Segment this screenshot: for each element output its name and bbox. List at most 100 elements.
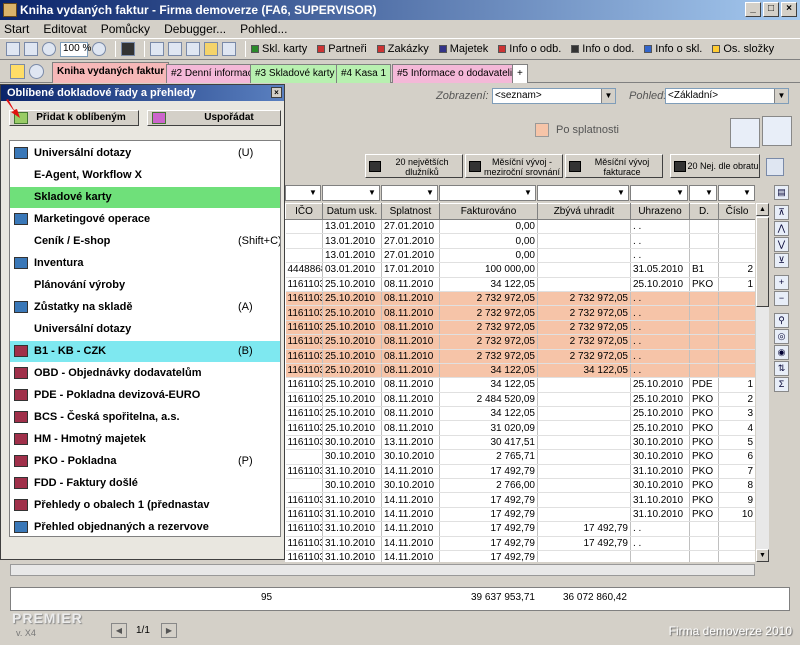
doc-icon[interactable] [222, 42, 236, 56]
favorite-item[interactable]: PKO - Pokladna (P) [10, 451, 280, 472]
minimize-button[interactable]: _ [745, 2, 761, 17]
link-partneri[interactable]: Partneři [317, 43, 367, 55]
table-row[interactable]: 30.10.2010 30.10.2010 2 766,00 30.10.2010 PK… [285, 478, 755, 494]
find-icon[interactable]: ◉ [774, 345, 789, 360]
first-record-icon[interactable]: ⊼ [774, 205, 789, 220]
table-row[interactable]: 1161103 31.10.2010 14.11.2010 17 492,79 31.1… [285, 464, 755, 480]
zoom-input[interactable]: 100 % [60, 41, 91, 57]
vertical-scrollbar[interactable]: ▲ ▼ [756, 203, 769, 562]
sort-icon[interactable]: ⇅ [774, 361, 789, 376]
print-icon[interactable] [168, 42, 182, 56]
save-icon[interactable]: ▤ [774, 185, 789, 200]
report-button-top-turnover[interactable]: 20 Nej. dle obratu [670, 154, 760, 178]
report-button-top-debtors[interactable]: 20 největších dlužníků [365, 154, 463, 178]
arrange-button[interactable]: Uspořádat [147, 110, 281, 126]
favorite-item[interactable]: Přehledy o obalech 1 (přednastav [10, 495, 280, 516]
filter-fakturovano[interactable]: ▼ [439, 185, 536, 201]
printer-icon[interactable] [762, 116, 792, 146]
menu-edit[interactable]: Editovat [43, 22, 86, 36]
column-header[interactable]: Zbývá uhradit [537, 203, 631, 220]
tab-skladove-karty[interactable]: #3 Skladové karty [250, 64, 340, 83]
menu-view[interactable]: Pohled... [240, 22, 287, 36]
table-row[interactable]: 444886803.01.201017.01.2010100 000,00 31.… [285, 262, 755, 278]
favorite-item[interactable]: Skladové karty [10, 187, 280, 208]
favorite-item[interactable]: Universální dotazy (U) [10, 143, 280, 164]
favorite-item[interactable]: PDE - Pokladna devizová-EURO [10, 385, 280, 406]
sum-icon[interactable]: Σ [774, 377, 789, 392]
chart-icon[interactable] [730, 118, 760, 148]
column-header[interactable]: Uhrazeno [630, 203, 690, 220]
popup-close-icon[interactable]: × [271, 87, 282, 98]
table-row[interactable]: 13.01.2010 27.01.2010 0,00 . . [285, 219, 755, 235]
tab-kasa-1[interactable]: #4 Kasa 1 [336, 64, 392, 83]
table-row[interactable]: 1161103 31.10.2010 14.11.2010 17 492,79 31.1… [285, 507, 755, 523]
favorite-item[interactable]: Ceník / E-shop (Shift+C) [10, 231, 280, 252]
window-icon[interactable] [150, 42, 164, 56]
zoom-out-icon[interactable] [42, 42, 56, 56]
tab-informace-o-dodavateli[interactable]: #5 Informace o dodavateli [392, 64, 518, 83]
table-row[interactable]: 1161103 25.10.2010 08.11.2010 2 732 972,05 2… [285, 291, 755, 307]
filter-zbyva[interactable]: ▼ [537, 185, 629, 201]
menu-tools[interactable]: Pomůcky [101, 22, 150, 36]
column-header[interactable]: Fakturováno [439, 203, 538, 220]
tab-add[interactable]: + [512, 64, 528, 83]
add-to-favorites-button[interactable]: Přidat k oblíbeným [9, 110, 139, 126]
zobrazeni-select[interactable]: <seznam> ▼ [492, 88, 616, 104]
link-zakazky[interactable]: Zakázky [376, 43, 429, 55]
table-row[interactable]: 1161103 25.10.2010 08.11.2010 34 122,05 25.1… [285, 277, 755, 292]
pohled-select[interactable]: <Základní> ▼ [665, 88, 789, 104]
filter-cislo[interactable]: ▼ [718, 185, 755, 201]
link-info-skl[interactable]: Info o skl. [644, 43, 702, 55]
link-info-odb[interactable]: Info o odb. [498, 43, 561, 55]
tab-denni-informace[interactable]: #2 Denní informace [166, 64, 264, 83]
last-record-icon[interactable]: ⊻ [774, 253, 789, 268]
zoom-in-icon[interactable]: + [774, 275, 789, 290]
table-row[interactable]: 1161103 25.10.2010 08.11.2010 34 122,05 25.1… [285, 406, 755, 422]
favorite-item[interactable]: Inventura [10, 253, 280, 274]
favorite-item[interactable]: Marketingové operace [10, 209, 280, 230]
view-icon[interactable] [6, 42, 20, 56]
column-header[interactable]: Datum usk. [322, 203, 382, 220]
table-row[interactable]: 1161103 25.10.2010 08.11.2010 31 020,09 25.1… [285, 420, 755, 436]
column-header[interactable]: D. [689, 203, 719, 220]
monitor-icon[interactable] [121, 42, 135, 56]
favorite-item[interactable]: BCS - Česká spořitelna, a.s. [10, 407, 280, 428]
link-skl-karty[interactable]: Skl. karty [251, 43, 307, 55]
column-header[interactable]: Splatnost [381, 203, 440, 220]
star-icon[interactable] [10, 64, 25, 79]
table-row[interactable]: 1161103 31.10.2010 14.11.2010 17 492,79 17 4… [285, 536, 755, 551]
zoom-in-icon[interactable] [92, 42, 106, 56]
table-row[interactable]: 1161103 25.10.2010 08.11.2010 2 484 520,09 2… [285, 392, 755, 408]
tab-kniha-vydanych-faktur[interactable]: Kniha vydaných faktur [52, 62, 170, 83]
filter-d[interactable]: ▼ [689, 185, 717, 201]
table-row[interactable]: 1161103 25.10.2010 08.11.2010 2 732 972,05 2… [285, 334, 755, 350]
table-row[interactable]: 30.10.2010 30.10.2010 2 765,71 30.10.2010 PK… [285, 449, 755, 465]
menu-start[interactable]: Start [4, 22, 29, 36]
table-row[interactable]: 1161103 25.10.2010 08.11.2010 34 122,05 34 1… [285, 363, 755, 379]
clock-icon[interactable] [29, 64, 44, 79]
zoom-out-icon[interactable]: − [774, 291, 789, 306]
report-button-monthly-invoicing[interactable]: Měsíční vývoj fakturace [565, 154, 663, 178]
link-os-slozky[interactable]: Os. složky [712, 43, 774, 55]
layout-icon[interactable] [24, 42, 38, 56]
folder-icon[interactable] [204, 42, 218, 56]
search-icon[interactable]: ◎ [774, 329, 789, 344]
next-page-button[interactable]: ▶ [161, 623, 177, 638]
prev-page-icon[interactable]: ⋀ [774, 221, 789, 236]
table-row[interactable]: 13.01.2010 27.01.2010 0,00 . . [285, 248, 755, 264]
filter-datum[interactable]: ▼ [322, 185, 380, 201]
filter-ico[interactable]: ▼ [285, 185, 321, 201]
favorite-item[interactable]: E-Agent, Workflow X [10, 165, 280, 186]
table-row[interactable]: 1161103 25.10.2010 08.11.2010 34 122,05 25.1… [285, 377, 755, 393]
favorite-item[interactable]: Universální dotazy [10, 319, 280, 340]
table-row[interactable]: 1161103 25.10.2010 08.11.2010 2 732 972,05 2… [285, 320, 755, 336]
table-row[interactable]: 1161103 25.10.2010 08.11.2010 2 732 972,05 2… [285, 349, 755, 364]
favorite-item[interactable]: Zůstatky na skladě (A) [10, 297, 280, 318]
grid-icon[interactable] [186, 42, 200, 56]
close-panel-icon[interactable] [766, 158, 784, 176]
favorite-item[interactable]: HM - Hmotný majetek [10, 429, 280, 450]
close-button[interactable]: × [781, 2, 797, 17]
favorite-item[interactable]: FDD - Faktury došlé [10, 473, 280, 494]
report-button-monthly-yoy[interactable]: Měsíční vývoj - meziroční srovnání [465, 154, 563, 178]
column-header[interactable]: Číslo [718, 203, 755, 220]
